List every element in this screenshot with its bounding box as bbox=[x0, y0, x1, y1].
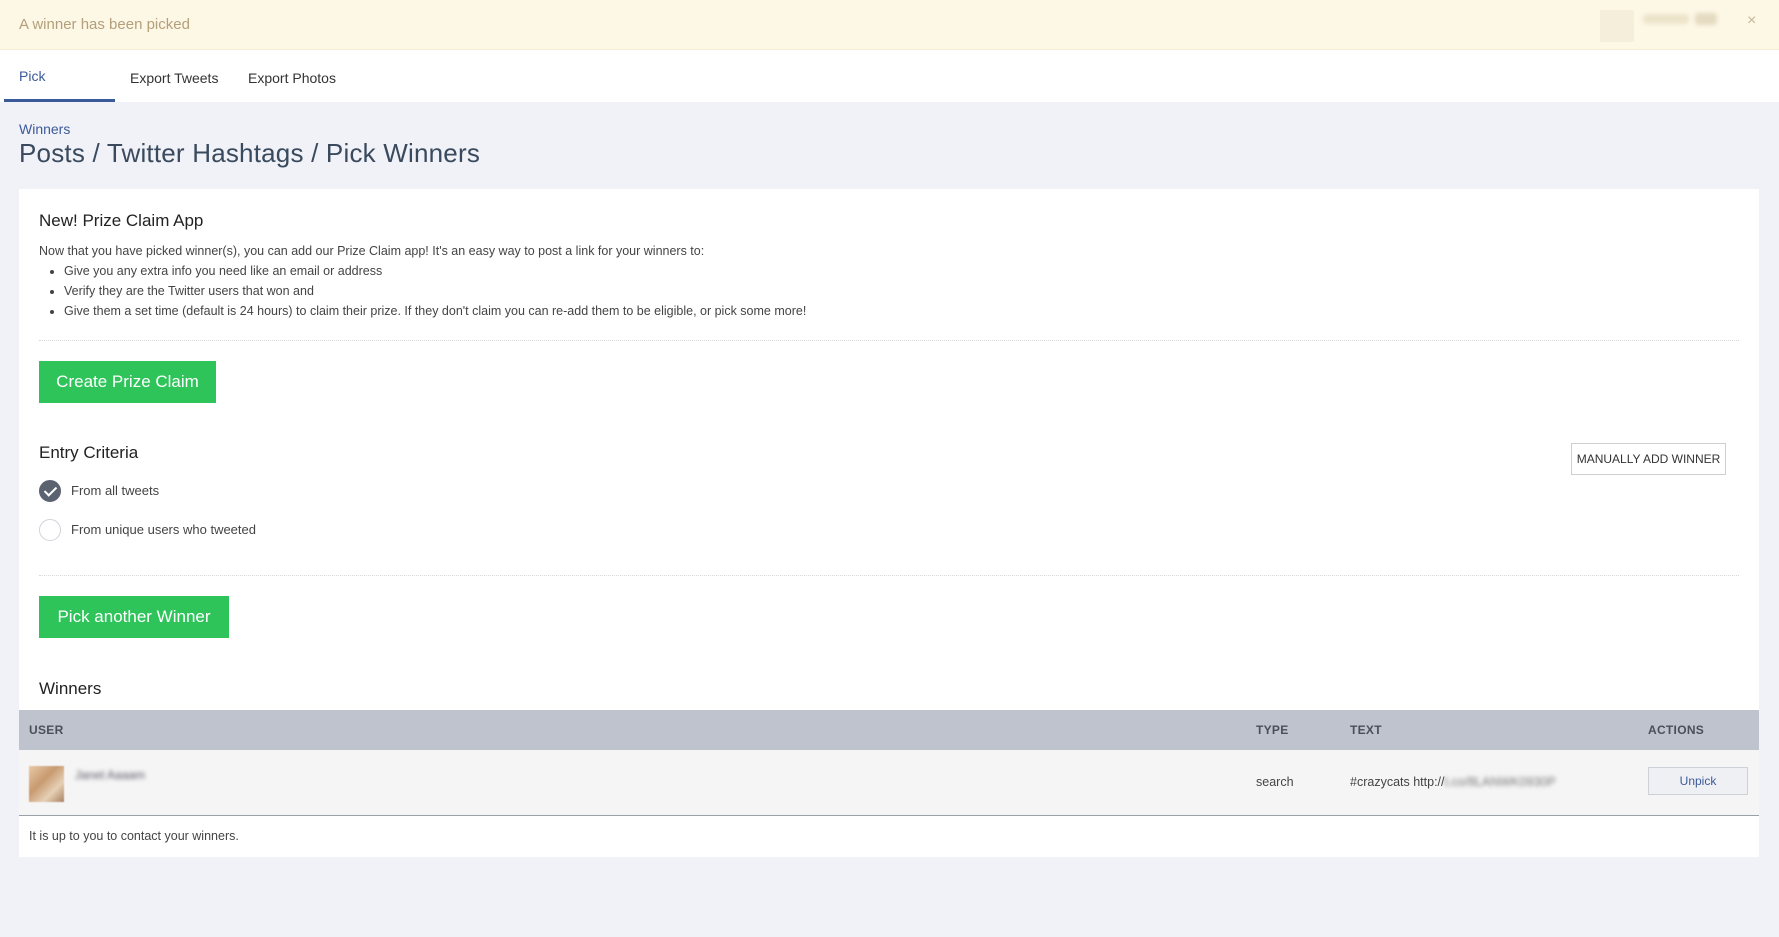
main-card: New! Prize Claim App Now that you have p… bbox=[19, 189, 1759, 857]
prize-claim-title: New! Prize Claim App bbox=[39, 211, 204, 230]
prize-claim-intro: Now that you have picked winner(s), you … bbox=[39, 241, 806, 321]
entry-criteria-title: Entry Criteria bbox=[39, 443, 139, 462]
winner-text-link[interactable]: t.co/8LANWK0930P bbox=[1444, 775, 1555, 789]
checked-radio-icon[interactable] bbox=[39, 480, 61, 502]
column-header-type: TYPE bbox=[1256, 723, 1289, 737]
column-header-actions: ACTIONS bbox=[1648, 723, 1705, 737]
tab-export-photos[interactable]: Export Photos bbox=[233, 50, 351, 102]
winner-text-visible: #crazycats http:// bbox=[1350, 775, 1445, 789]
table-row: Janet Aaaam search #crazycats http://t.c… bbox=[19, 750, 1759, 816]
winners-title: Winners bbox=[39, 679, 102, 698]
alert-banner: A winner has been picked × bbox=[0, 0, 1779, 50]
alert-thumbnail bbox=[1600, 10, 1634, 42]
winners-footnote: It is up to you to contact your winners. bbox=[29, 829, 239, 843]
winners-table: USER TYPE TEXT ACTIONS Janet Aaaam searc… bbox=[19, 710, 1759, 816]
tab-export-tweets[interactable]: Export Tweets bbox=[115, 50, 233, 102]
tab-bar: Pick Winners Export Tweets Export Photos bbox=[0, 50, 1779, 137]
list-item: Verify they are the Twitter users that w… bbox=[64, 281, 806, 301]
pick-another-winner-button[interactable]: Pick another Winner bbox=[39, 596, 229, 638]
manually-add-winner-button[interactable]: MANUALLY ADD WINNER bbox=[1571, 443, 1726, 475]
create-prize-claim-button[interactable]: Create Prize Claim bbox=[39, 361, 216, 403]
winner-text: #crazycats http://t.co/8LANWK0930P bbox=[1350, 775, 1556, 789]
list-item: Give you any extra info you need like an… bbox=[64, 261, 806, 281]
tab-pick-winners[interactable]: Pick Winners bbox=[4, 50, 115, 137]
prize-claim-description: Now that you have picked winner(s), you … bbox=[39, 244, 705, 258]
unpick-button[interactable]: Unpick bbox=[1648, 767, 1748, 795]
list-item: Give them a set time (default is 24 hour… bbox=[64, 301, 806, 321]
radio-label: From all tweets bbox=[71, 483, 160, 498]
alert-message: A winner has been picked bbox=[19, 16, 190, 33]
radio-label: From unique users who tweeted bbox=[71, 522, 256, 537]
avatar bbox=[29, 766, 64, 802]
divider bbox=[39, 340, 1739, 341]
unchecked-radio-icon[interactable] bbox=[39, 519, 61, 541]
prize-claim-bullets: Give you any extra info you need like an… bbox=[64, 261, 806, 321]
column-header-text: TEXT bbox=[1350, 723, 1382, 737]
winner-username[interactable]: Janet Aaaam bbox=[75, 768, 145, 782]
alert-blurred-badge bbox=[1695, 13, 1717, 25]
table-header: USER TYPE TEXT ACTIONS bbox=[19, 710, 1759, 750]
breadcrumb: Posts / Twitter Hashtags / Pick Winners bbox=[19, 138, 481, 168]
close-icon[interactable]: × bbox=[1747, 12, 1756, 30]
alert-blurred-text bbox=[1643, 14, 1689, 24]
divider bbox=[39, 575, 1739, 576]
column-header-user: USER bbox=[29, 723, 64, 737]
winner-type: search bbox=[1256, 775, 1294, 789]
